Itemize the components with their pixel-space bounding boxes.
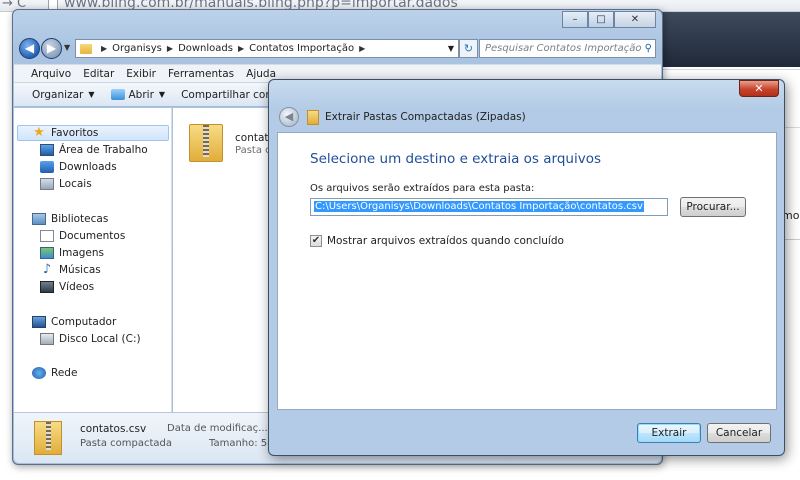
- share-button[interactable]: Compartilhar com: [173, 89, 284, 101]
- destination-path-value: C:\Users\Organisys\Downloads\Contatos Im…: [314, 201, 644, 212]
- back-button[interactable]: ◀: [19, 38, 40, 59]
- nav-places[interactable]: Locais: [40, 176, 92, 192]
- menu-exibir[interactable]: Exibir: [126, 68, 156, 80]
- libraries-icon: [32, 213, 46, 225]
- show-files-label: Mostrar arquivos extraídos quando conclu…: [327, 235, 564, 247]
- browse-button[interactable]: Procurar...: [680, 197, 746, 217]
- nav-label: Músicas: [59, 264, 101, 276]
- nav-music[interactable]: ♪ Músicas: [40, 262, 101, 278]
- chevron-down-icon: ▼: [158, 90, 166, 99]
- network-icon: [32, 367, 46, 379]
- open-icon: [110, 89, 125, 100]
- chevron-down-icon: ▼: [88, 90, 95, 99]
- open-button[interactable]: Abrir ▼: [103, 89, 174, 101]
- chevron-right-icon[interactable]: ▶: [167, 44, 173, 53]
- extract-dialog: ✕ ◀ Extrair Pastas Compactadas (Zipadas)…: [268, 79, 785, 456]
- details-file-name: contatos.csv: [80, 423, 147, 435]
- nav-computer[interactable]: Computador: [32, 314, 116, 330]
- music-icon: ♪: [42, 262, 52, 277]
- organize-button[interactable]: Organizar ▼: [14, 89, 103, 101]
- zip-folder-icon: [307, 110, 319, 125]
- nav-libraries[interactable]: Bibliotecas: [32, 211, 108, 227]
- dialog-body: Selecione um destino e extraia os arquiv…: [277, 132, 777, 410]
- destination-label: Os arquivos serão extraídos para esta pa…: [310, 183, 535, 194]
- nav-label: Computador: [51, 316, 117, 328]
- downloads-icon: [40, 161, 54, 173]
- organize-label: Organizar: [32, 88, 84, 101]
- zip-folder-icon: [34, 421, 62, 455]
- breadcrumb[interactable]: ▶ Organisys ▶ Downloads ▶ Contatos Impor…: [75, 39, 459, 58]
- dialog-back-button[interactable]: ◀: [279, 107, 299, 127]
- minimize-button[interactable]: –: [562, 11, 588, 28]
- computer-icon: [32, 316, 46, 328]
- maximize-button[interactable]: □: [588, 11, 614, 28]
- document-icon: [40, 230, 54, 242]
- breadcrumb-item[interactable]: Contatos Importação: [249, 43, 354, 54]
- open-label: Abrir: [128, 88, 154, 101]
- chevron-right-icon[interactable]: ▶: [101, 44, 107, 53]
- nav-images[interactable]: Imagens: [40, 245, 104, 261]
- nav-local-disk[interactable]: Disco Local (C:): [40, 331, 141, 347]
- nav-label: Rede: [51, 367, 78, 379]
- dialog-close-button[interactable]: ✕: [739, 80, 779, 97]
- nav-label: Área de Trabalho: [59, 144, 148, 156]
- menu-arquivo[interactable]: Arquivo: [31, 68, 71, 80]
- window-controls: – □ ✕: [562, 11, 656, 28]
- star-icon: ★: [33, 125, 45, 140]
- chevron-right-icon[interactable]: ▶: [359, 44, 365, 53]
- menu-ajuda[interactable]: Ajuda: [246, 68, 276, 80]
- nav-label: Vídeos: [59, 281, 95, 293]
- nav-videos[interactable]: Vídeos: [40, 279, 94, 295]
- disk-icon: [40, 333, 54, 345]
- search-input[interactable]: Pesquisar Contatos Importação ⚲: [479, 39, 656, 58]
- recent-places-icon: [40, 178, 54, 190]
- close-button[interactable]: ✕: [614, 11, 656, 28]
- chevron-right-icon[interactable]: ▶: [238, 44, 244, 53]
- recent-pages-dropdown[interactable]: ▼: [64, 43, 70, 52]
- nav-documents[interactable]: Documentos: [40, 228, 125, 244]
- desktop-icon: [40, 144, 54, 156]
- search-placeholder: Pesquisar Contatos Importação: [485, 43, 642, 54]
- nav-favorites[interactable]: ★ Favoritos: [17, 125, 169, 141]
- show-files-option[interactable]: ✔ Mostrar arquivos extraídos quando conc…: [310, 235, 564, 247]
- nav-label: Downloads: [59, 161, 117, 173]
- nav-downloads[interactable]: Downloads: [40, 159, 117, 175]
- nav-label: Bibliotecas: [51, 213, 109, 225]
- chevron-down-icon[interactable]: ▼: [448, 44, 454, 53]
- nav-label: Locais: [59, 178, 92, 190]
- divider: [784, 239, 800, 240]
- nav-label: Favoritos: [51, 127, 99, 139]
- nav-network[interactable]: Rede: [32, 365, 77, 381]
- image-icon: [40, 247, 54, 259]
- zip-folder-icon: [189, 124, 223, 162]
- menu-editar[interactable]: Editar: [83, 68, 114, 80]
- show-files-checkbox[interactable]: ✔: [310, 235, 322, 247]
- search-icon[interactable]: ⚲: [645, 40, 652, 57]
- nav-label: Disco Local (C:): [59, 333, 141, 345]
- details-file-type: Pasta compactada: [80, 438, 173, 449]
- address-row: ◀ ▶ ▼ ▶ Organisys ▶ Downloads ▶ Contatos…: [19, 37, 656, 59]
- folder-icon: [80, 43, 92, 54]
- menu-ferramentas[interactable]: Ferramentas: [168, 68, 234, 80]
- dialog-heading: Selecione um destino e extraia os arquiv…: [310, 151, 601, 167]
- dialog-title: Extrair Pastas Compactadas (Zipadas): [325, 111, 526, 123]
- breadcrumb-item[interactable]: Organisys: [112, 43, 162, 54]
- refresh-button[interactable]: ↻: [459, 39, 478, 58]
- forward-button[interactable]: ▶: [41, 38, 62, 59]
- nav-label: Documentos: [59, 230, 126, 242]
- destination-path-input[interactable]: C:\Users\Organisys\Downloads\Contatos Im…: [310, 198, 668, 216]
- share-label: Compartilhar com: [181, 88, 276, 101]
- nav-label: Imagens: [59, 247, 105, 259]
- breadcrumb-item[interactable]: Downloads: [178, 43, 233, 54]
- nav-desktop[interactable]: Área de Trabalho: [40, 142, 148, 158]
- video-icon: [40, 281, 54, 293]
- navigation-pane: ★ Favoritos Área de Trabalho Downloads L…: [14, 108, 172, 412]
- extract-button[interactable]: Extrair: [637, 423, 701, 443]
- cancel-button[interactable]: Cancelar: [707, 423, 771, 443]
